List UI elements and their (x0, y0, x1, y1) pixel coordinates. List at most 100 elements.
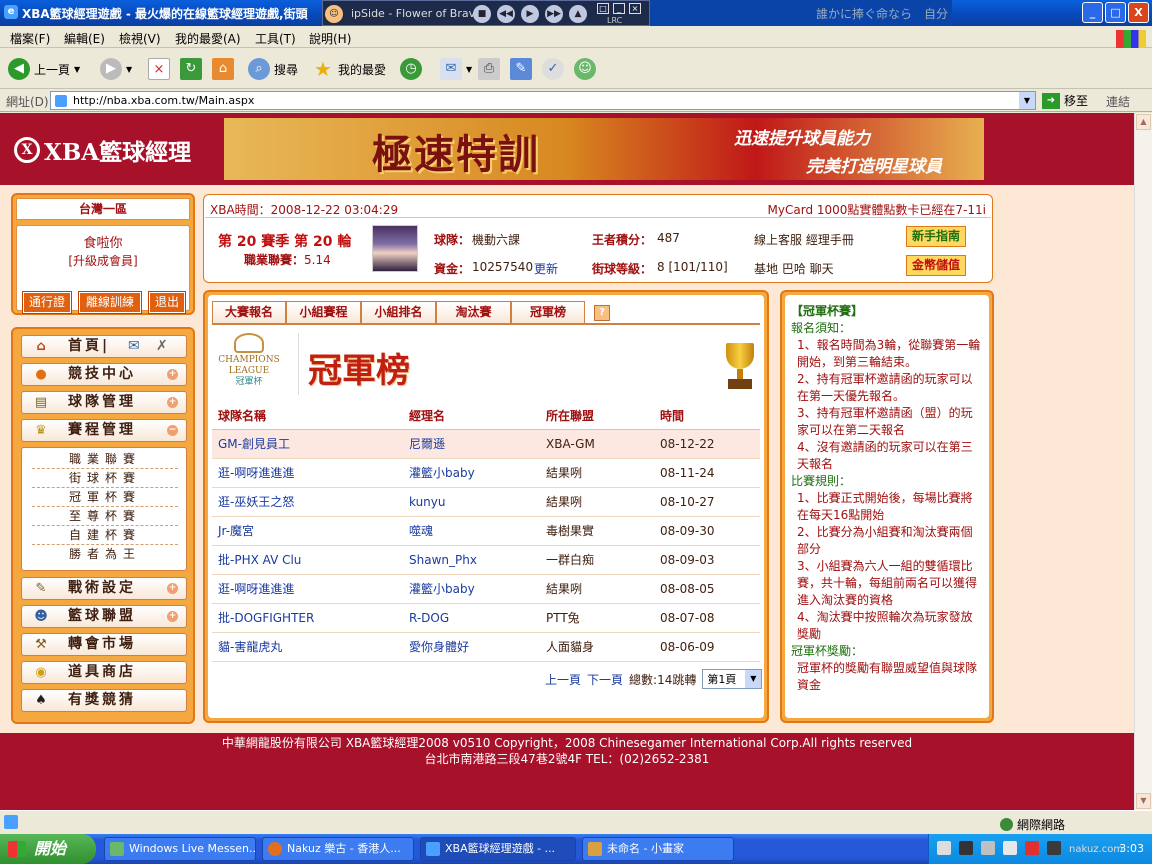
start-button[interactable]: 開始 (0, 834, 96, 864)
stop-button[interactable]: × (148, 57, 170, 81)
player-close-icon[interactable]: × (629, 3, 641, 14)
task-firefox[interactable]: Nakuz 樂古 - 香港人... (262, 837, 414, 861)
nav-quiz[interactable]: ♠ 有獎競猜 (21, 689, 187, 712)
links-button[interactable]: 連結 (1106, 93, 1130, 110)
manager-avatar[interactable] (372, 225, 418, 272)
scroll-down-icon[interactable]: ▼ (1136, 793, 1151, 809)
back-button[interactable]: ◀ 上一頁 ▼ (8, 57, 80, 81)
address-input[interactable]: http://nba.xba.com.tw/Main.aspx ▼ (50, 91, 1036, 110)
tab-knockout[interactable]: 淘汰賽 (436, 301, 511, 323)
passport-button[interactable]: 通行證 (22, 291, 72, 314)
menu-edit[interactable]: 編輯(E) (64, 30, 105, 47)
eject-icon[interactable]: ▲ (569, 5, 587, 23)
mail-icon[interactable]: ✉ (128, 336, 140, 357)
sub-street-cup[interactable]: 街球杯賽 (32, 469, 178, 488)
menu-help[interactable]: 說明(H) (309, 30, 351, 47)
sub-pro-league[interactable]: 職業聯賽 (32, 450, 178, 469)
stop-icon[interactable]: ■ (473, 5, 491, 23)
mycard-notice[interactable]: MyCard 1000點實體點數卡已經在7-11i (768, 201, 986, 218)
tab-signup[interactable]: 大賽報名 (212, 301, 286, 323)
nav-home[interactable]: ⌂ 首頁| ✉ ✗ (21, 335, 187, 358)
sub-winner[interactable]: 勝者為王 (32, 545, 178, 564)
nav-shop[interactable]: ◉ 道具商店 (21, 661, 187, 684)
home-button[interactable]: ⌂ (212, 57, 234, 81)
tab-group-ranking[interactable]: 小組排名 (361, 301, 436, 323)
sub-champion-cup[interactable]: 冠軍杯賽 (32, 488, 178, 507)
play-icon[interactable]: ▶ (521, 5, 539, 23)
menu-file[interactable]: 檔案(F) (10, 30, 50, 47)
team-name-link[interactable]: Jr-魔宮 (212, 516, 403, 546)
team-name-link[interactable]: 批-DOGFIGHTER (212, 603, 403, 633)
manager-name-link[interactable]: Shawn_Phx (403, 545, 540, 575)
go-button[interactable]: ➜ 移至 (1042, 92, 1088, 109)
maximize-button[interactable]: □ (1105, 2, 1126, 23)
service-links[interactable]: 線上客服 經理手冊 (754, 231, 854, 248)
next-icon[interactable]: ▶▶ (545, 5, 563, 23)
history-button[interactable]: ◷ (400, 57, 422, 81)
app-tray-icon[interactable] (1047, 841, 1061, 855)
prev-page-link[interactable]: 上一頁 (545, 671, 581, 688)
nav-league[interactable]: ☻ 籃球聯盟 + (21, 605, 187, 628)
manager-name-link[interactable]: kunyu (403, 487, 540, 517)
forward-button[interactable]: ▶ ▼ (100, 57, 132, 81)
address-dropdown-icon[interactable]: ▼ (1019, 92, 1035, 109)
tab-group-schedule[interactable]: 小組賽程 (286, 301, 361, 323)
tab-champions[interactable]: 冠軍榜 (511, 301, 585, 323)
manager-name-link[interactable]: 灌籃小baby (403, 574, 540, 604)
help-tray-icon[interactable] (959, 841, 973, 855)
sub-custom-cup[interactable]: 自建杯賽 (32, 526, 178, 545)
community-links[interactable]: 基地 巴哈 聊天 (754, 260, 834, 277)
next-page-link[interactable]: 下一頁 (587, 671, 623, 688)
nav-tactics[interactable]: ✎ 戰術設定 + (21, 577, 187, 600)
scroll-up-icon[interactable]: ▲ (1136, 114, 1151, 130)
beginner-guide-button[interactable]: 新手指南 (905, 225, 967, 248)
discuss-button[interactable]: ✓ (542, 57, 564, 81)
mail-button[interactable]: ✉ ▼ (440, 57, 472, 81)
messenger-button[interactable]: ☺ (574, 57, 596, 81)
menu-tools[interactable]: 工具(T) (255, 30, 296, 47)
menu-favorites[interactable]: 我的最愛(A) (175, 30, 241, 47)
promo-banner[interactable]: 極速特訓 迅速提升球員能力 完美打造明星球員 (224, 118, 984, 180)
task-xba-ie[interactable]: XBA籃球經理遊戲 - ... (420, 837, 576, 861)
player-min-icon[interactable]: _ (613, 3, 625, 14)
task-messenger[interactable]: Windows Live Messen... (104, 837, 256, 861)
sub-supreme-cup[interactable]: 至尊杯賽 (32, 507, 178, 526)
tray-arrow-icon[interactable] (937, 841, 951, 855)
minimize-button[interactable]: _ (1082, 2, 1103, 23)
team-name-link[interactable]: 批-PHX AV Clu (212, 545, 403, 575)
refresh-button[interactable]: ↻ (180, 57, 202, 81)
coin-topup-button[interactable]: 金幣儲值 (905, 254, 967, 277)
network-icon[interactable] (981, 841, 995, 855)
manager-name-link[interactable]: 愛你身體好 (403, 632, 540, 662)
tools-icon[interactable]: ✗ (156, 336, 168, 357)
edit-button[interactable]: ✎ (510, 57, 532, 81)
xba-logo[interactable]: X XBA籃球經理 (14, 133, 191, 167)
player-restore-icon[interactable]: □ (597, 3, 609, 14)
nav-schedule[interactable]: ♛ 賽程管理 − (21, 419, 187, 442)
nav-team[interactable]: ▤ 球隊管理 + (21, 391, 187, 414)
vertical-scrollbar[interactable]: ▲ ▼ (1134, 113, 1152, 810)
update-link[interactable]: 更新 (534, 260, 558, 277)
volume-icon[interactable] (1003, 841, 1017, 855)
help-icon[interactable]: ? (594, 305, 610, 321)
offline-training-button[interactable]: 離線訓練 (78, 291, 142, 314)
team-name-link[interactable]: 貓-害龍虎丸 (212, 632, 403, 662)
team-name-link[interactable]: 逛-啊呀進進進 (212, 574, 403, 604)
upgrade-link[interactable]: [升級成會員] (17, 252, 189, 269)
team-name-link[interactable]: 逛-啊呀進進進 (212, 458, 403, 488)
print-button[interactable]: ⎙ (478, 57, 500, 81)
logout-button[interactable]: 退出 (148, 291, 186, 314)
nav-arena[interactable]: ● 競技中心 + (21, 363, 187, 386)
close-button[interactable]: X (1128, 2, 1149, 23)
nav-transfer[interactable]: ⚒ 轉會市場 (21, 633, 187, 656)
team-name-link[interactable]: 逛-巫妖王之怒 (212, 487, 403, 517)
team-name-link[interactable]: GM-創見員工 (212, 429, 403, 459)
manager-name-link[interactable]: 噬魂 (403, 516, 540, 546)
search-button[interactable]: ⌕ 搜尋 (248, 57, 298, 81)
page-select[interactable]: 第1頁 ▼ (702, 669, 763, 689)
antivirus-icon[interactable] (1025, 841, 1039, 855)
favorites-button[interactable]: ★ 我的最愛 (312, 57, 386, 81)
manager-name-link[interactable]: 尼爾遜 (403, 429, 540, 459)
task-paint[interactable]: 未命名 - 小畫家 (582, 837, 734, 861)
manager-name-link[interactable]: R-DOG (403, 603, 540, 633)
